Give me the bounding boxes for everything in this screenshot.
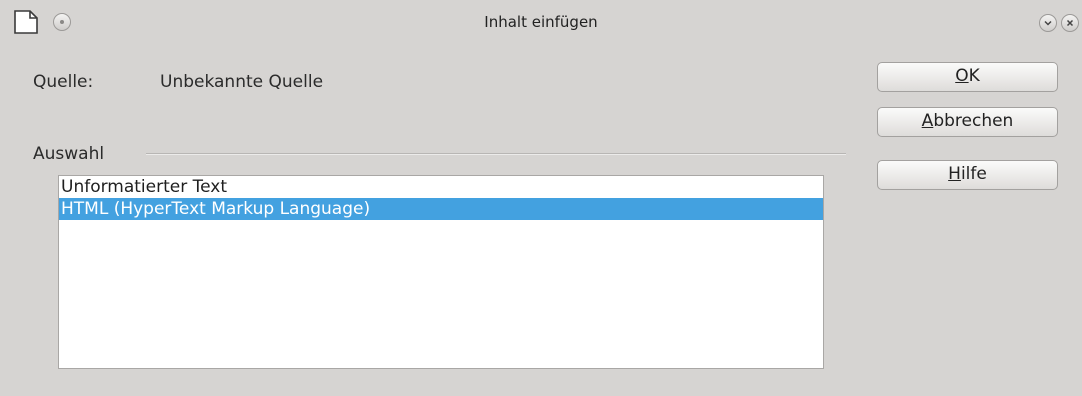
title-bar: Inhalt einfügen [0,0,1082,44]
cancel-label-rest: bbrechen [933,111,1014,131]
cancel-mnemonic: A [921,111,934,131]
cancel-button[interactable]: Abbrechen [877,107,1058,137]
paste-special-dialog: Inhalt einfügen Quelle: Unbekannte Quell… [0,0,1082,396]
help-mnemonic: H [948,164,961,184]
source-label: Quelle: [33,72,94,92]
list-item-unformatted-text[interactable]: Unformatierter Text [59,176,823,198]
help-label-rest: ilfe [960,164,987,184]
format-listbox[interactable]: Unformatierter Text HTML (HyperText Mark… [58,175,824,369]
close-icon[interactable] [1061,14,1079,32]
list-item-html[interactable]: HTML (HyperText Markup Language) [59,198,823,220]
ok-mnemonic: O [955,66,969,86]
ok-label-rest: K [968,66,980,86]
help-button[interactable]: Hilfe [877,160,1058,190]
window-title: Inhalt einfügen [484,13,598,31]
minimize-icon[interactable] [1039,14,1057,32]
source-value: Unbekannte Quelle [160,72,324,92]
group-divider [146,153,846,155]
selection-group-label: Auswahl [33,144,105,164]
ok-button[interactable]: OK [877,62,1058,92]
